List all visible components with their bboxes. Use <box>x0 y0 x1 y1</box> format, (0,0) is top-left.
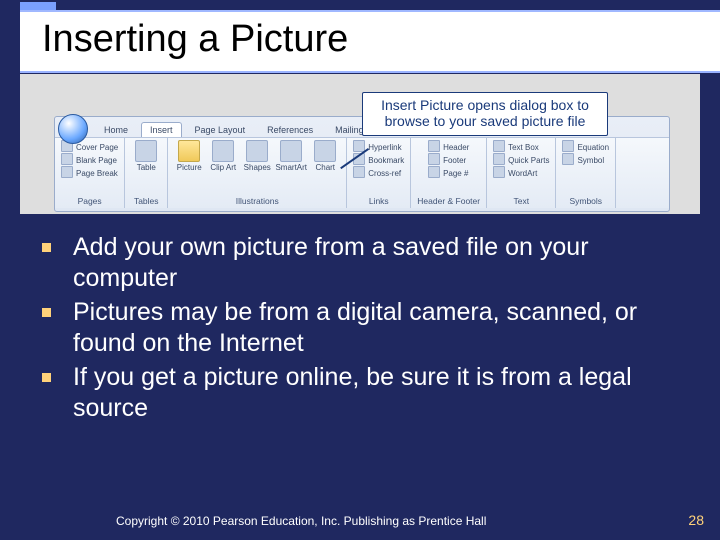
bullet-square-icon <box>42 243 51 252</box>
ribbon-small-item: Blank Page <box>61 153 118 165</box>
chart-icon <box>314 140 336 162</box>
table-icon <box>135 140 157 162</box>
bullet-item: If you get a picture online, be sure it … <box>42 362 698 423</box>
ribbon-small-item: Footer <box>428 153 469 165</box>
ribbon-group: Cover PageBlank PagePage BreakPages <box>55 138 125 208</box>
ribbon-small-item: Quick Parts <box>493 153 549 165</box>
ribbon-small-item: Text Box <box>493 140 549 152</box>
ribbon-group: EquationSymbol Symbols <box>556 138 616 208</box>
ribbon-small-item: Cross-ref <box>353 166 404 178</box>
title-area: Inserting a Picture <box>20 2 720 73</box>
ribbon-small-item: Page # <box>428 166 469 178</box>
bullet-text: Add your own picture from a saved file o… <box>73 232 698 293</box>
bullet-text: Pictures may be from a digital camera, s… <box>73 297 698 358</box>
ribbon-group: HyperlinkBookmarkCross-refLinks <box>347 138 411 208</box>
ribbon-button-label: Clip Art <box>210 164 236 172</box>
bullet-list: Add your own picture from a saved file o… <box>42 232 698 427</box>
ribbon-tab: Insert <box>141 122 182 137</box>
clip-art-icon <box>212 140 234 162</box>
ribbon-button-label: Table <box>137 164 156 172</box>
ribbon-group: Picture Clip Art Shapes SmartArt Chart Illust… <box>168 138 347 208</box>
picture-icon <box>178 140 200 162</box>
bullet-text: If you get a picture online, be sure it … <box>73 362 698 423</box>
ribbon-group-label: Tables <box>134 196 159 208</box>
ribbon-tab: Home <box>95 122 137 137</box>
ribbon-group-label: Pages <box>78 196 102 208</box>
ribbon-button-label: Chart <box>315 164 335 172</box>
bullet-square-icon <box>42 373 51 382</box>
office-orb-icon <box>58 114 88 144</box>
ribbon-groups: Cover PageBlank PagePage BreakPagesTable… <box>55 137 669 208</box>
bullet-item: Pictures may be from a digital camera, s… <box>42 297 698 358</box>
ribbon-button: Picture <box>174 140 204 186</box>
ribbon-button-label: Picture <box>177 164 202 172</box>
ribbon-group: HeaderFooterPage # Header & Footer <box>411 138 487 208</box>
ribbon-button: Table <box>131 140 161 186</box>
ribbon-small-item: WordArt <box>493 166 549 178</box>
ribbon-small-item: Header <box>428 140 469 152</box>
ribbon-group-label: Illustrations <box>236 196 279 208</box>
ribbon-button: SmartArt <box>276 140 306 186</box>
callout-box: Insert Picture opens dialog box to brows… <box>362 92 608 136</box>
ribbon-group-label: Links <box>369 196 389 208</box>
slide-title: Inserting a Picture <box>20 10 720 73</box>
bullet-square-icon <box>42 308 51 317</box>
ribbon-group: Text BoxQuick PartsWordArt Text <box>487 138 556 208</box>
ribbon-button: Chart <box>310 140 340 186</box>
accent-bar <box>20 2 56 10</box>
ribbon-button-label: SmartArt <box>275 164 307 172</box>
ribbon-tab: Page Layout <box>186 122 255 137</box>
shapes-icon <box>246 140 268 162</box>
ribbon-tab: References <box>258 122 322 137</box>
ribbon-group-label: Text <box>513 196 529 208</box>
ribbon-small-item: Hyperlink <box>353 140 404 152</box>
ribbon-button: Shapes <box>242 140 272 186</box>
page-number: 28 <box>688 512 704 528</box>
ribbon-group-label: Symbols <box>569 196 602 208</box>
bullet-item: Add your own picture from a saved file o… <box>42 232 698 293</box>
ribbon-group: Table Tables <box>125 138 168 208</box>
ribbon-group-label: Header & Footer <box>417 196 480 208</box>
ribbon-small-item: Page Break <box>61 166 118 178</box>
ribbon-small-item: Equation <box>562 140 609 152</box>
smartart-icon <box>280 140 302 162</box>
copyright-footer: Copyright © 2010 Pearson Education, Inc.… <box>116 514 486 528</box>
callout-text: Insert Picture opens dialog box to brows… <box>381 97 589 129</box>
ribbon-button: Clip Art <box>208 140 238 186</box>
ribbon-button-label: Shapes <box>244 164 271 172</box>
ribbon-small-item: Symbol <box>562 153 609 165</box>
